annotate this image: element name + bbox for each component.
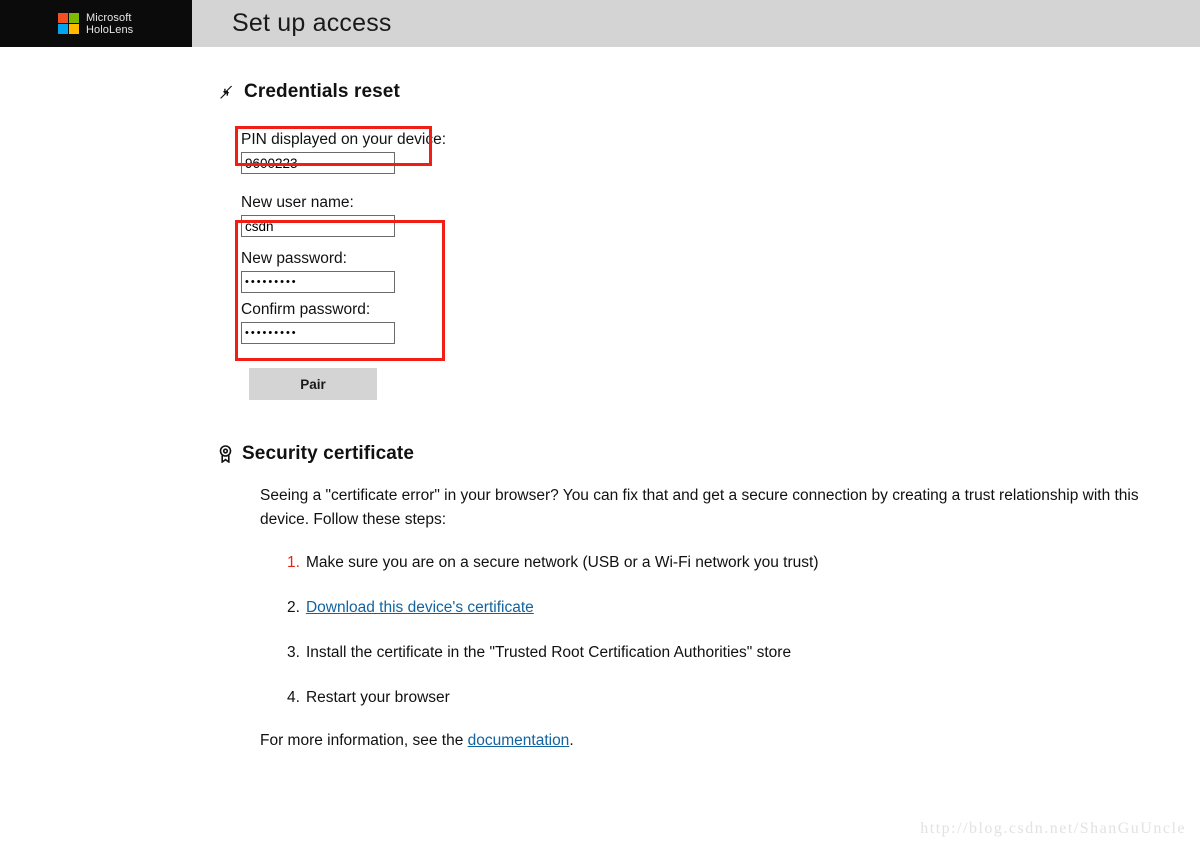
- brand-line-hololens: HoloLens: [86, 23, 134, 36]
- pin-label: PIN displayed on your device:: [241, 131, 447, 148]
- title-bar: Set up access: [192, 0, 1200, 47]
- step-3-text: Install the certificate in the "Trusted …: [305, 644, 792, 661]
- app-header: Microsoft HoloLens Set up access: [0, 0, 1200, 47]
- logo-square-green: [69, 13, 79, 23]
- microsoft-logo-icon: [58, 13, 79, 34]
- microsoft-hololens-logo: Microsoft HoloLens: [58, 12, 133, 36]
- documentation-link[interactable]: documentation: [468, 732, 570, 749]
- confirm-password-label: Confirm password:: [241, 301, 371, 318]
- brand-block: Microsoft HoloLens: [0, 0, 192, 47]
- brand-text: Microsoft HoloLens: [86, 12, 133, 36]
- brand-line-microsoft: Microsoft: [86, 11, 132, 24]
- credentials-reset-heading: Credentials reset: [218, 81, 1200, 103]
- pair-button[interactable]: Pair: [249, 368, 377, 400]
- certificate-paragraph: Seeing a "certificate error" in your bro…: [260, 487, 1139, 528]
- step-4-text: Restart your browser: [305, 689, 450, 706]
- certificate-seal-icon: [219, 445, 232, 463]
- logo-square-yellow: [69, 24, 79, 34]
- certificate-step-4: 4. Restart your browser: [287, 687, 1190, 709]
- step-1-number: 1.: [287, 554, 300, 571]
- footer-prefix: For more information, see the: [260, 732, 468, 749]
- username-label: New user name:: [241, 194, 354, 211]
- download-certificate-link[interactable]: Download this device's certificate: [306, 597, 534, 619]
- step-2-number: 2.: [287, 599, 300, 616]
- new-password-label: New password:: [241, 250, 347, 267]
- page-title: Set up access: [232, 9, 392, 37]
- step-4-number: 4.: [287, 689, 300, 706]
- watermark: http://blog.csdn.net/ShanGuUncle: [920, 820, 1186, 837]
- step-3-number: 3.: [287, 644, 300, 661]
- certificate-footer: For more information, see the documentat…: [260, 730, 1190, 752]
- logo-square-red: [58, 13, 68, 23]
- confirm-password-input[interactable]: •••••••••: [241, 322, 395, 344]
- certificate-step-2: 2. Download this device's certificate: [287, 597, 1190, 619]
- certificate-steps-list: 1. Make sure you are on a secure network…: [260, 552, 1190, 709]
- certificate-step-1: 1. Make sure you are on a secure network…: [287, 552, 1190, 574]
- username-input[interactable]: [241, 215, 395, 237]
- logo-square-blue: [58, 24, 68, 34]
- main-content: Credentials reset PIN displayed on your …: [0, 47, 1200, 752]
- certificate-body: Seeing a "certificate error" in your bro…: [218, 465, 1190, 752]
- collapse-arrows-icon: [220, 85, 232, 99]
- credentials-form: PIN displayed on your device: New user n…: [218, 126, 721, 400]
- security-certificate-title: Security certificate: [242, 443, 415, 464]
- security-certificate-section: Security certificate Seeing a "certifica…: [218, 443, 1200, 752]
- pin-input[interactable]: [241, 152, 395, 174]
- step-1-text: Make sure you are on a secure network (U…: [305, 554, 819, 571]
- credentials-reset-title: Credentials reset: [244, 81, 400, 102]
- footer-suffix: .: [569, 732, 574, 749]
- security-certificate-heading: Security certificate: [218, 443, 1200, 465]
- certificate-step-3: 3. Install the certificate in the "Trust…: [287, 642, 1190, 664]
- new-password-input[interactable]: •••••••••: [241, 271, 395, 293]
